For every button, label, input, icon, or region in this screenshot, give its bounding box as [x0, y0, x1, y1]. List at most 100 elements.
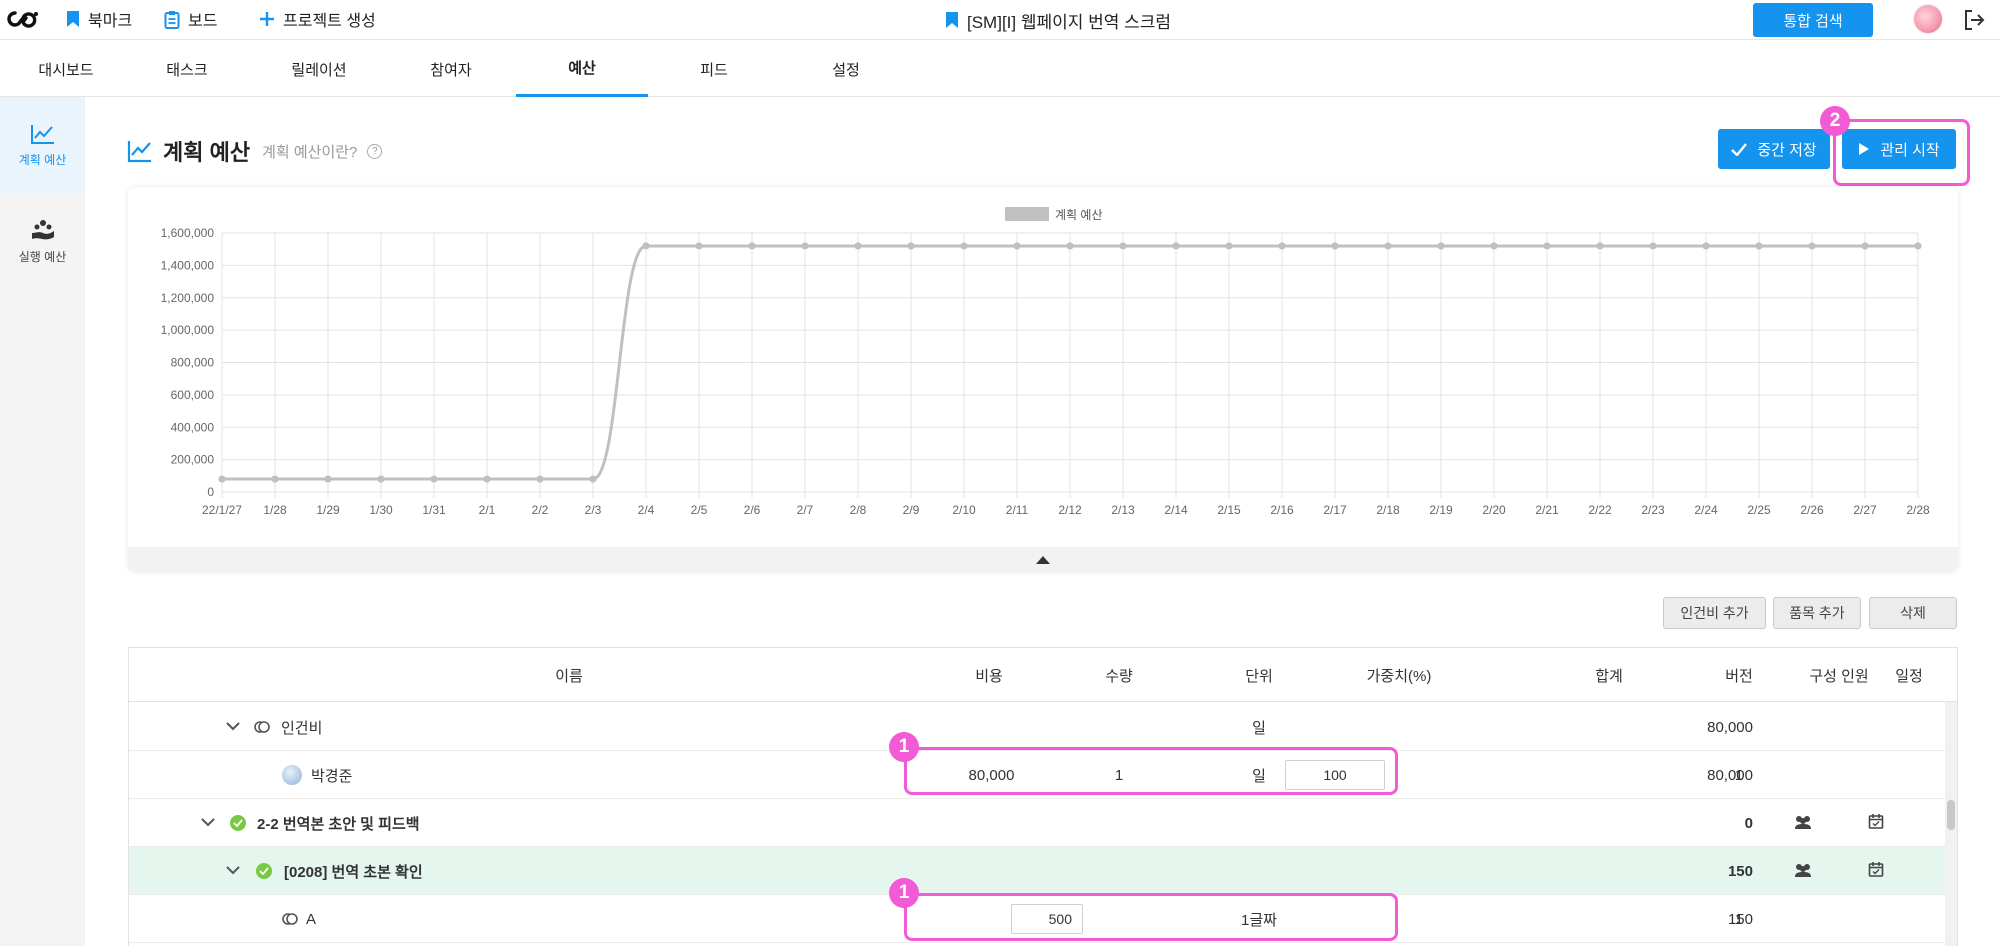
sidebar-item-label: 계획 예산	[18, 152, 67, 167]
table-row[interactable]: 인건비 일 80,000	[129, 703, 1945, 751]
step-badge-1b: 1	[889, 878, 919, 908]
data-point	[1331, 242, 1339, 250]
integrated-search-button[interactable]: 통합 검색	[1753, 3, 1873, 37]
sidebar-item-planned-budget[interactable]: 계획 예산	[0, 97, 85, 193]
row-total: 0	[1744, 814, 1753, 832]
page-title: 계획 예산	[163, 140, 251, 165]
help-link[interactable]: 계획 예산이란?	[262, 141, 357, 162]
check-circle-icon	[256, 863, 272, 879]
tab-dashboard[interactable]: 대시보드	[0, 41, 132, 97]
weight-input[interactable]: 100	[1285, 760, 1385, 790]
data-point	[1596, 242, 1604, 250]
chevron-down-icon[interactable]	[201, 817, 215, 827]
y-tick-label: 1,200,000	[161, 291, 215, 305]
legend-label: 계획 예산	[1055, 208, 1103, 222]
tab-settings[interactable]: 설정	[780, 41, 912, 97]
data-point	[377, 475, 385, 483]
check-circle-icon	[230, 815, 246, 831]
avatar[interactable]	[1913, 4, 1943, 34]
delete-button[interactable]: 삭제	[1869, 597, 1957, 629]
table-row[interactable]: 2-2 번역본 초안 및 피드백 0	[129, 799, 1945, 847]
x-tick-label: 2/9	[903, 503, 920, 517]
row-quantity: 1	[1114, 766, 1124, 784]
x-tick-label: 2/4	[638, 503, 655, 517]
members-icon[interactable]	[1794, 814, 1812, 830]
data-point	[1755, 242, 1763, 250]
x-tick-label: 2/21	[1535, 503, 1559, 517]
row-name: 박경준	[311, 767, 353, 785]
data-point	[218, 475, 226, 483]
tab-relations[interactable]: 릴레이션	[253, 41, 385, 97]
bookmark-link[interactable]: 북마크	[66, 8, 132, 30]
data-point	[1437, 242, 1445, 250]
clipboard-icon	[164, 10, 180, 29]
table-header: 이름 비용 수량 단위 가중치(%) 합계 버전 구성 인원 일정	[129, 648, 1957, 702]
table-scrollbar-thumb[interactable]	[1947, 800, 1955, 830]
tab-budget[interactable]: 예산	[516, 41, 648, 97]
data-point	[1490, 242, 1498, 250]
data-point	[536, 475, 544, 483]
data-point	[642, 242, 650, 250]
data-point	[960, 242, 968, 250]
table-row[interactable]: A 150 500 1글짜 150 1	[129, 895, 1945, 943]
chevron-down-icon[interactable]	[226, 721, 240, 731]
column-header-weight: 가중치(%)	[1366, 667, 1432, 685]
table-scrollbar[interactable]	[1945, 702, 1957, 946]
x-tick-label: 2/3	[585, 503, 602, 517]
y-tick-label: 0	[207, 485, 214, 499]
chevron-down-icon[interactable]	[226, 865, 240, 875]
data-point	[271, 475, 279, 483]
caret-up-icon	[1036, 555, 1050, 564]
question-icon[interactable]: ?	[367, 143, 383, 159]
logout-icon[interactable]	[1963, 9, 1985, 31]
create-project-link[interactable]: 프로젝트 생성	[259, 8, 376, 30]
calendar-icon[interactable]	[1868, 861, 1884, 877]
x-tick-label: 2/1	[479, 503, 496, 517]
budget-line-chart: 1,600,000 1,400,000 1,200,000 1,000,000 800,…	[161, 207, 1930, 517]
app-logo-icon[interactable]	[6, 8, 40, 30]
row-unit: 일	[1252, 719, 1266, 737]
table-row[interactable]: 박경준 80,000 1 일 100 80,000 1	[129, 751, 1945, 799]
board-link[interactable]: 보드	[164, 8, 217, 30]
start-management-button[interactable]: 관리 시작	[1842, 129, 1956, 169]
x-tick-label: 2/23	[1641, 503, 1665, 517]
project-title-text: [SM][I] 웹페이지 번역 스크럼	[967, 12, 1172, 32]
y-tick-label: 600,000	[171, 388, 215, 402]
tab-feed[interactable]: 피드	[648, 41, 780, 97]
column-header-cost: 비용	[975, 667, 1003, 685]
data-point	[1225, 242, 1233, 250]
data-point	[748, 242, 756, 250]
table-row[interactable]: [0208] 번역 초본 확인 150	[129, 847, 1945, 895]
sidebar-item-executed-budget[interactable]: 실행 예산	[0, 193, 85, 289]
tab-tasks[interactable]: 태스크	[121, 41, 253, 97]
data-point	[801, 242, 809, 250]
data-point	[1172, 242, 1180, 250]
collapse-chart-toggle[interactable]	[128, 547, 1958, 572]
data-point	[430, 475, 438, 483]
x-tick-label: 2/25	[1747, 503, 1771, 517]
page-header: 계획 예산 계획 예산이란? ?	[127, 136, 383, 166]
save-draft-button[interactable]: 중간 저장	[1718, 129, 1830, 169]
x-tick-label: 2/11	[1006, 503, 1029, 517]
data-point	[1278, 242, 1286, 250]
members-icon[interactable]	[1794, 862, 1812, 878]
data-point	[907, 242, 915, 250]
tab-participants[interactable]: 참여자	[385, 41, 517, 97]
bookmark-label: 북마크	[88, 13, 133, 30]
column-header-total: 합계	[1595, 667, 1623, 685]
row-name: 2-2 번역본 초안 및 피드백	[257, 815, 420, 833]
row-unit: 1글짜	[1241, 911, 1277, 929]
add-item-button[interactable]: 품목 추가	[1773, 597, 1861, 629]
create-project-label: 프로젝트 생성	[283, 13, 376, 30]
y-tick-label: 1,600,000	[161, 226, 215, 240]
coins-icon	[254, 721, 270, 733]
x-tick-label: 1/31	[422, 503, 446, 517]
calendar-icon[interactable]	[1868, 813, 1884, 829]
quantity-input[interactable]: 500	[1011, 904, 1083, 934]
add-labor-button[interactable]: 인건비 추가	[1663, 597, 1766, 629]
budget-table: 이름 비용 수량 단위 가중치(%) 합계 버전 구성 인원 일정 인건비 일 …	[128, 647, 1958, 946]
data-point	[1013, 242, 1021, 250]
data-point	[1861, 242, 1869, 250]
y-tick-label: 1,400,000	[161, 258, 215, 272]
project-title: [SM][I] 웹페이지 번역 스크럼	[945, 8, 1171, 32]
